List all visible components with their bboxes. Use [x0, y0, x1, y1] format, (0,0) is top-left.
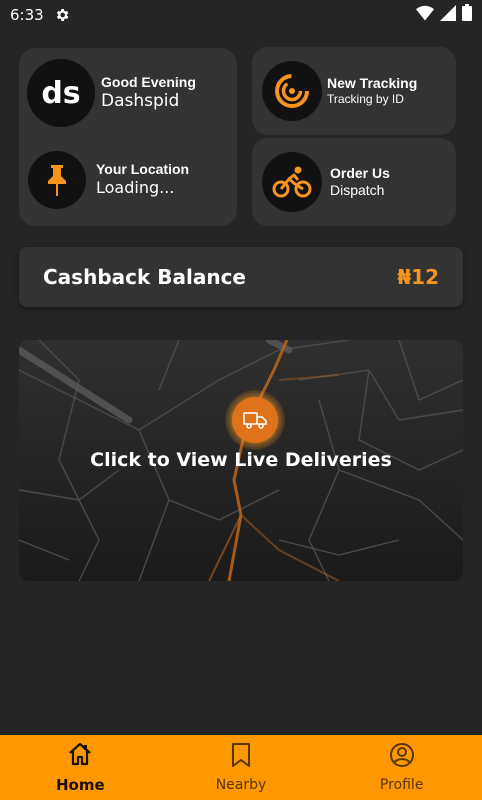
radar-icon	[262, 61, 322, 121]
order-subtitle: Dispatch	[330, 182, 385, 199]
tracking-title: New Tracking	[327, 75, 418, 92]
nav-home-label: Home	[56, 776, 105, 794]
nav-nearby[interactable]: Nearby	[161, 735, 322, 800]
battery-icon	[462, 4, 472, 26]
greeting-title: Good Evening	[101, 73, 196, 90]
status-time: 6:33	[10, 6, 44, 24]
user-name: Dashspid	[101, 91, 180, 112]
delivery-marker	[225, 390, 285, 450]
dashspid-logo: ds	[27, 59, 95, 127]
nav-profile[interactable]: Profile	[321, 735, 482, 800]
profile-icon	[389, 742, 415, 773]
bookmark-icon	[230, 742, 252, 773]
location-value: Loading...	[96, 178, 175, 197]
logo-text: ds	[41, 76, 80, 110]
nav-home[interactable]: Home	[0, 735, 161, 800]
nav-nearby-label: Nearby	[215, 777, 267, 793]
truck-icon	[232, 397, 278, 443]
signal-icon	[440, 4, 456, 26]
cashback-balance-card[interactable]: Cashback Balance ₦12	[19, 247, 463, 307]
wifi-icon	[416, 5, 434, 26]
status-bar: 6:33	[0, 0, 482, 30]
order-title: Order Us	[330, 164, 390, 181]
gear-icon	[54, 7, 70, 23]
location-row[interactable]: Your Location Loading...	[28, 151, 189, 209]
cashback-value: ₦12	[397, 265, 439, 289]
pin-icon	[28, 151, 86, 209]
order-us-card[interactable]: Order Us Dispatch	[252, 138, 456, 226]
tracking-subtitle: Tracking by ID	[327, 92, 404, 107]
new-tracking-card[interactable]: New Tracking Tracking by ID	[252, 47, 456, 135]
nav-profile-label: Profile	[379, 777, 424, 793]
greeting-row: ds Good Evening Dashspid	[27, 59, 196, 127]
map-label: Click to View Live Deliveries	[90, 449, 392, 471]
bottom-navigation: Home Nearby Profile	[0, 735, 482, 800]
location-title: Your Location	[96, 161, 190, 178]
home-icon	[67, 741, 93, 772]
live-deliveries-map[interactable]: Click to View Live Deliveries	[19, 340, 463, 581]
cashback-label: Cashback Balance	[43, 265, 246, 289]
bicycle-icon	[262, 152, 322, 212]
greeting-card: ds Good Evening Dashspid Your Location L…	[19, 48, 237, 226]
